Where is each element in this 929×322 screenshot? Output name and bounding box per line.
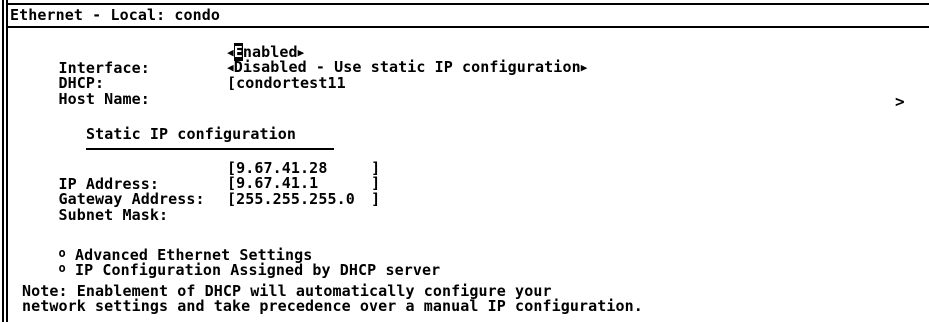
left-arrow-icon[interactable]: ◀ (227, 61, 234, 74)
static-ip-heading: Static IP configuration (86, 125, 297, 143)
subnet-row: Subnet Mask: [255.255.255.0] (22, 191, 381, 223)
right-arrow-icon[interactable]: ▶ (581, 61, 588, 74)
gateway-row: Gateway Address: [9.67.41.1] (22, 175, 381, 207)
interface-row: Interface: ◀Enabled▶ (22, 43, 304, 76)
left-arrow-icon[interactable]: ◀ (227, 46, 234, 59)
subnet-label: Subnet Mask: (58, 206, 169, 224)
advanced-settings-link[interactable]: o Advanced Ethernet Settings (22, 229, 313, 263)
subnet-input[interactable]: [255.255.255.0] (227, 191, 380, 207)
gateway-value[interactable]: 9.67.41.1 (236, 175, 371, 191)
top-border (6, 3, 929, 5)
left-border-outer (2, 0, 4, 322)
hostname-row: Host Name: [condortest11 (22, 75, 346, 107)
note-line-2: network settings and take precedence ove… (22, 297, 643, 315)
hostname-label: Host Name: (58, 90, 150, 108)
window-title: Ethernet - Local: condo (10, 6, 221, 24)
hostname-input[interactable]: [condortest11 (227, 75, 346, 91)
dhcp-assigned-link[interactable]: o IP Configuration Assigned by DHCP serv… (22, 244, 441, 278)
dhcp-assigned-label[interactable]: IP Configuration Assigned by DHCP server (75, 261, 440, 279)
bullet-icon: o (58, 261, 66, 275)
title-separator (6, 26, 929, 28)
dhcp-row: DHCP: ◀Disabled - Use static IP configur… (22, 59, 588, 91)
heading-underline (86, 148, 334, 150)
left-border-inner (6, 0, 8, 322)
ip-row: IP Address: [9.67.41.28] (22, 160, 381, 192)
hostname-value[interactable]: condortest11 (236, 74, 346, 92)
terminal-window: Ethernet - Local: condo Interface: ◀Enab… (0, 0, 929, 322)
subnet-value[interactable]: 255.255.255.0 (236, 191, 371, 207)
gateway-input[interactable]: [9.67.41.1] (227, 175, 380, 191)
field-overflow-indicator: > (895, 92, 905, 111)
